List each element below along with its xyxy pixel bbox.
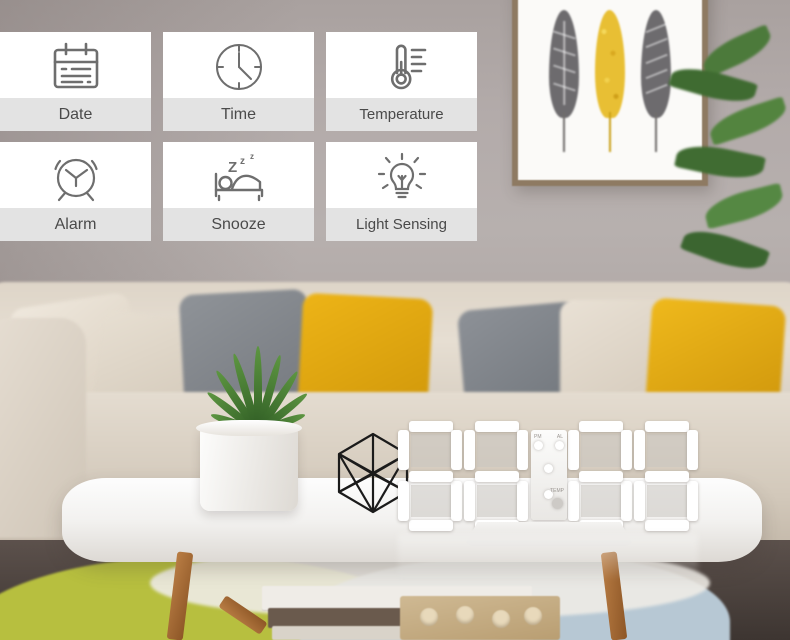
dark-feather-icon — [549, 10, 579, 152]
feature-label-temperature: Temperature — [326, 98, 477, 131]
light-sensor — [552, 498, 563, 509]
calendar-icon — [0, 32, 151, 98]
clock-digit-3 — [567, 421, 632, 531]
clock-reflection — [398, 534, 698, 580]
light-bulb-icon — [326, 142, 477, 208]
clock-indicator-panel: PM AL TEMP — [531, 430, 567, 520]
led-clock: PM AL TEMP — [398, 418, 698, 546]
panel-label-temp: TEMP — [550, 488, 564, 494]
wooden-tray — [400, 596, 560, 640]
feature-label-time: Time — [163, 98, 314, 131]
white-planter — [196, 420, 302, 511]
feature-card-grid: Date Time Temperature Alarm Z z z Snooze… — [0, 32, 477, 241]
feature-card-date[interactable]: Date — [0, 32, 151, 131]
colon-dot-middle — [544, 464, 553, 473]
gold-feather-icon — [595, 10, 625, 152]
feature-label-snooze: Snooze — [163, 208, 314, 241]
clock-icon — [163, 32, 314, 98]
clock-digit-1 — [398, 421, 463, 531]
colon-dot-top-left — [534, 441, 543, 450]
planter-rim — [196, 420, 302, 436]
feature-card-alarm[interactable]: Alarm — [0, 142, 151, 241]
clock-digit-4 — [633, 421, 698, 531]
house-plant — [652, 24, 790, 324]
svg-text:Z: Z — [228, 159, 237, 176]
bed-snooze-icon: Z z z — [163, 142, 314, 208]
panel-label-alarm: AL — [556, 434, 563, 440]
svg-text:z: z — [250, 152, 254, 161]
thermometer-icon — [326, 32, 477, 98]
colon-dot-top-right — [555, 441, 564, 450]
svg-text:z: z — [240, 156, 245, 167]
panel-label-pm: PM — [534, 434, 542, 440]
feature-label-alarm: Alarm — [0, 208, 151, 241]
clock-digit-2 — [464, 421, 529, 531]
zebra-plant — [196, 322, 320, 436]
feature-card-light-sensing[interactable]: Light Sensing — [326, 142, 477, 241]
feature-label-date: Date — [0, 98, 151, 131]
feature-card-temperature[interactable]: Temperature — [326, 32, 477, 131]
feature-card-time[interactable]: Time — [163, 32, 314, 131]
feature-label-light-sensing: Light Sensing — [326, 208, 477, 241]
alarm-clock-icon — [0, 142, 151, 208]
feature-card-snooze[interactable]: Z z z Snooze — [163, 142, 314, 241]
